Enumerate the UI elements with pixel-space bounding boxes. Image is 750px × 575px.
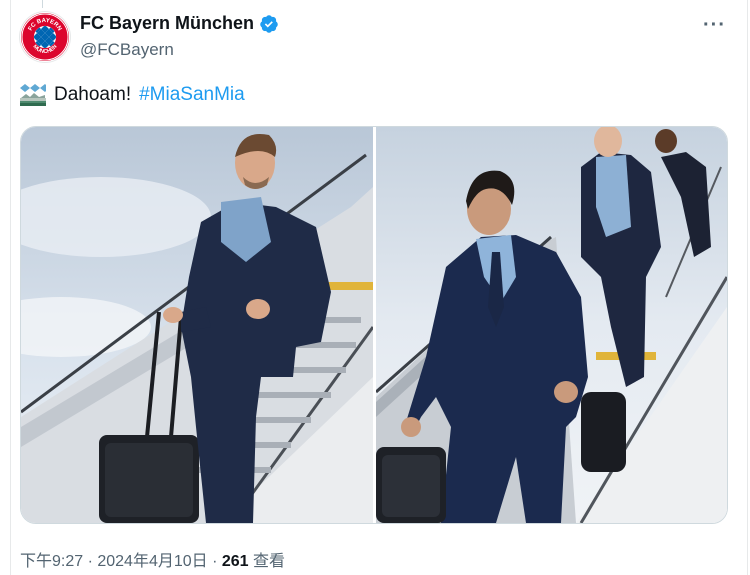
fc-bayern-logo-icon: FC BAYERN MÜNCHEN [21, 13, 69, 61]
author-avatar[interactable]: FC BAYERN MÜNCHEN [20, 12, 70, 62]
more-options-icon[interactable]: ··· [703, 14, 726, 37]
author-handle[interactable]: @FCBayern [80, 40, 174, 60]
verified-badge-icon [260, 14, 278, 33]
thread-border-left [10, 0, 11, 575]
views-label: 查看 [248, 553, 286, 570]
tweet-media [20, 126, 728, 524]
tweet-meta: 下午9:27 · 2024年4月10日 · 261 查看 [20, 547, 285, 571]
tweet-text-body: Dahoam! [54, 84, 132, 105]
author-name-row[interactable]: FC Bayern München [80, 13, 279, 34]
tweet-photo-1[interactable] [21, 127, 375, 523]
thread-connector [42, 0, 43, 8]
bavarian-flag-emoji [20, 84, 46, 106]
tweet-photo-2[interactable] [375, 127, 727, 523]
player-descending-stairs-photo-2 [375, 127, 727, 523]
hashtag-link[interactable]: #MiaSanMia [139, 84, 245, 106]
tweet-text: Dahoam! #MiaSanMia [20, 84, 245, 106]
player-descending-stairs-photo-1 [21, 127, 375, 523]
views-count: 261 [221, 553, 249, 570]
thread-border-right [747, 0, 748, 575]
author-display-name[interactable]: FC Bayern München [80, 13, 254, 34]
tweet-timestamp[interactable]: 下午9:27 · 2024年4月10日 · [20, 553, 222, 570]
